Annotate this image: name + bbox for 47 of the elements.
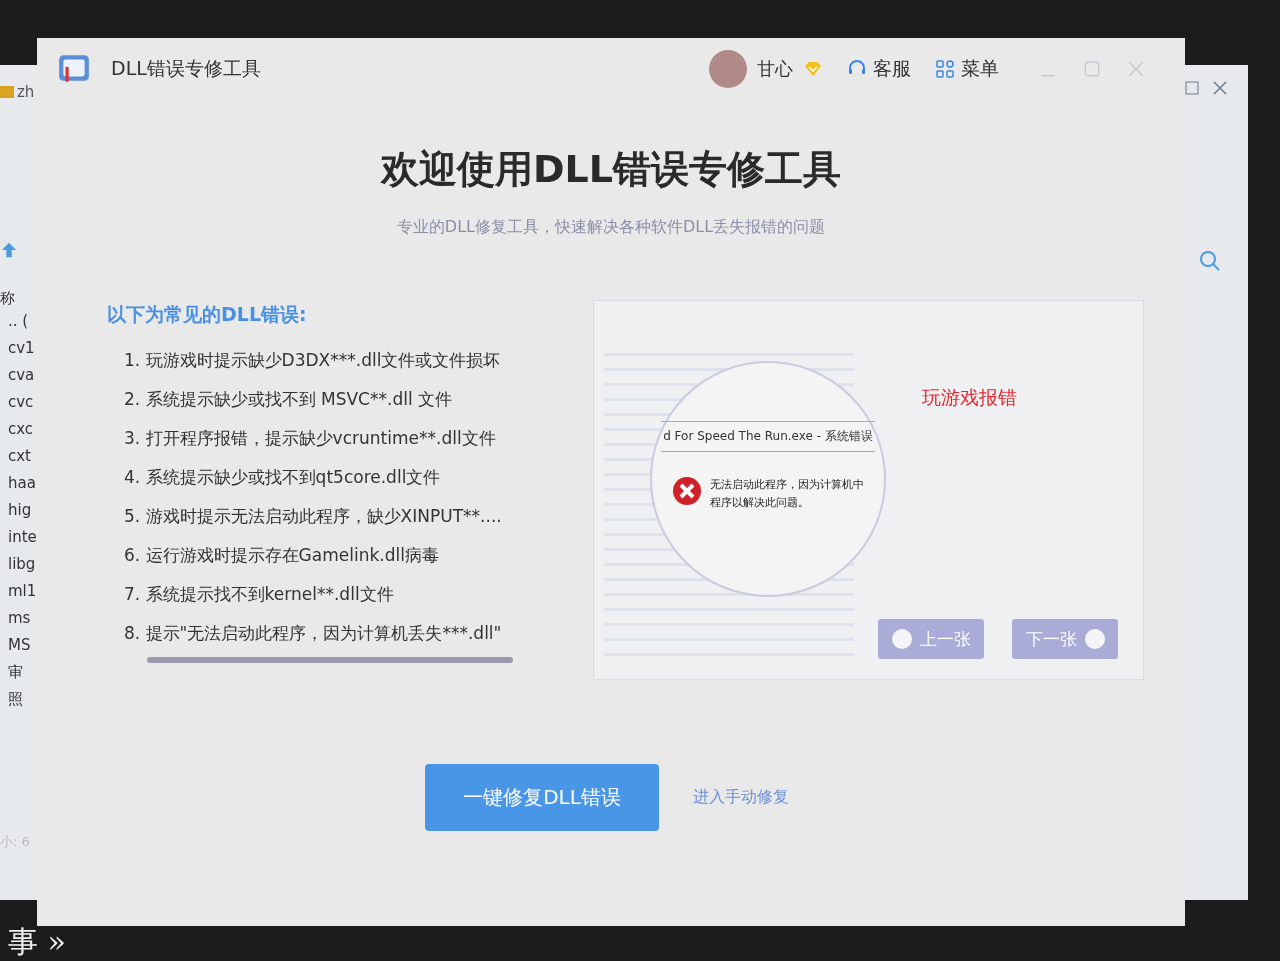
- search-icon[interactable]: [1199, 250, 1221, 272]
- file-name[interactable]: cxc: [0, 416, 34, 443]
- error-list-item: 3. 打开程序报错，提示缺少vcruntime**.dll文件: [124, 427, 497, 450]
- file-name[interactable]: inte: [0, 524, 37, 551]
- error-list-item: 1. 玩游戏时提示缺少D3DX***.dll文件或文件损坏: [124, 349, 502, 372]
- file-name[interactable]: libg: [0, 551, 36, 578]
- file-name[interactable]: 审: [0, 659, 23, 686]
- dialog-title: d For Speed The Run.exe - 系统错误: [661, 421, 875, 452]
- folder-icon: [0, 86, 14, 98]
- subtitle: 专业的DLL修复工具，快速解决各种软件DLL丢失报错的问题: [395, 217, 827, 238]
- user-name[interactable]: 甘心: [757, 57, 793, 81]
- header-link[interactable]: 客服: [847, 56, 911, 82]
- window-title: DLL错误专修工具: [111, 56, 261, 81]
- window-title-fragment: zh: [17, 83, 35, 101]
- file-name[interactable]: cxt: [0, 443, 31, 470]
- file-name[interactable]: cva: [0, 362, 35, 389]
- column-header: 称: [0, 289, 15, 308]
- close-icon[interactable]: [1213, 81, 1227, 95]
- dialog-message: 程序以解决此问题。: [710, 495, 810, 511]
- error-list-item: 7. 系统提示找不到kernel**.dll文件: [124, 583, 395, 606]
- error-list-item: 2. 系统提示缺少或找不到 MSVC**.dll 文件: [124, 388, 454, 411]
- file-name[interactable]: hig: [0, 497, 32, 524]
- file-name[interactable]: cvc: [0, 389, 34, 416]
- file-name[interactable]: MS: [0, 632, 31, 659]
- maximize-icon[interactable]: [1083, 60, 1101, 78]
- dialog-message: 无法启动此程序，因为计算机中: [710, 477, 864, 493]
- error-list-item: 4. 系统提示缺少或找不到qt5core.dll文件: [124, 466, 442, 489]
- grid-menu-icon: [935, 59, 955, 79]
- maximize-icon[interactable]: [1185, 81, 1199, 95]
- file-name[interactable]: cv1: [0, 335, 35, 362]
- scrollbar[interactable]: [147, 657, 513, 663]
- file-name[interactable]: 照: [0, 686, 23, 713]
- avatar-icon[interactable]: [709, 50, 747, 88]
- header-link[interactable]: 菜单: [935, 56, 999, 82]
- file-name[interactable]: .. (: [0, 308, 29, 335]
- error-icon: [672, 476, 702, 506]
- slide-caption: 玩游戏报错: [922, 385, 1017, 410]
- error-list-item: 8. 提示"无法启动此程序，因为计算机丢失***.dll": [124, 622, 503, 645]
- welcome-heading: 欢迎使用DLL错误专修工具: [379, 146, 842, 193]
- section-title: 以下为常见的DLL错误:: [107, 302, 308, 327]
- up-arrow-icon: [0, 241, 18, 259]
- file-name[interactable]: haa: [0, 470, 36, 497]
- desktop-text: 事 »: [8, 923, 66, 961]
- error-list-item: 6. 运行游戏时提示存在Gamelink.dll病毒: [124, 544, 440, 567]
- file-name[interactable]: ml1: [0, 578, 37, 605]
- file-name[interactable]: ms: [0, 605, 31, 632]
- error-list-item: 5. 游戏时提示无法启动此程序，缺少XINPUT**....: [124, 505, 503, 528]
